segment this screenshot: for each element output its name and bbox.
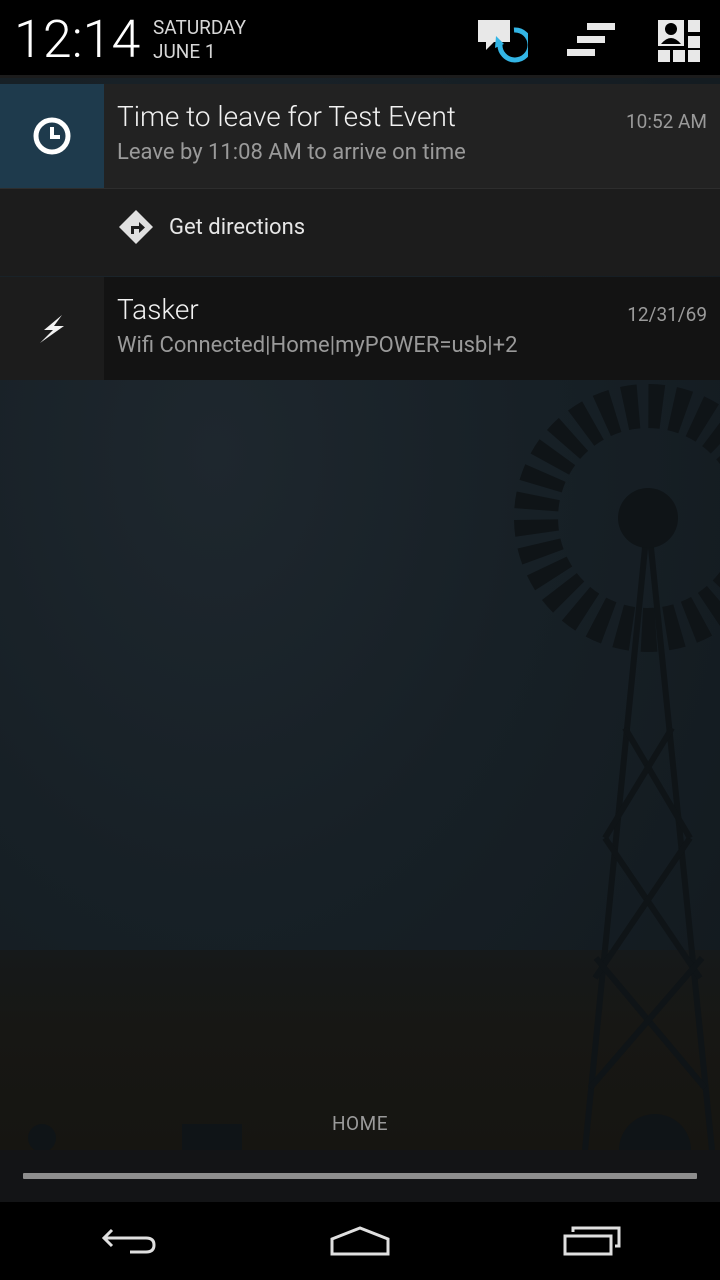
notification-title: Tasker	[117, 293, 199, 326]
notification-calendar[interactable]: Time to leave for Test Event Leave by 11…	[0, 84, 720, 188]
action-label: Get directions	[169, 215, 306, 240]
navigation-bar	[0, 1202, 720, 1280]
notification-time: 12/31/69	[627, 303, 707, 326]
shade-handle-bar[interactable]	[23, 1173, 697, 1179]
notification-text: Leave by 11:08 AM to arrive on time	[117, 140, 466, 165]
directions-icon	[119, 210, 153, 244]
recents-icon[interactable]	[542, 1216, 642, 1266]
clock[interactable]: 12:14	[14, 8, 140, 72]
notification-shade: 12:14 SATURDAY JUNE 1 Time to leave for …	[0, 0, 720, 1280]
notification-title: Time to leave for Test Event	[117, 100, 456, 133]
day-of-week: SATURDAY	[153, 16, 247, 39]
alarm-clock-icon	[0, 84, 104, 188]
get-directions-button[interactable]: Get directions	[0, 188, 720, 276]
shade-handle[interactable]	[0, 1150, 720, 1202]
notification-tasker[interactable]: Tasker Wifi Connected|Home|myPOWER=usb|+…	[0, 277, 720, 380]
notification-time: 10:52 AM	[625, 110, 707, 133]
home-icon[interactable]	[310, 1216, 410, 1266]
quick-settings-icon[interactable]	[652, 16, 706, 64]
back-icon[interactable]	[80, 1216, 180, 1266]
carrier-label: HOME	[331, 1112, 388, 1135]
status-header: 12:14 SATURDAY JUNE 1	[0, 0, 720, 78]
lightning-bolt-icon	[0, 277, 104, 380]
notification-clear-icon[interactable]	[563, 16, 617, 64]
date-text: JUNE 1	[153, 40, 216, 63]
quick-settings-sync-icon[interactable]	[474, 16, 528, 64]
date-display[interactable]: SATURDAY JUNE 1	[153, 16, 246, 64]
notification-text: Wifi Connected|Home|myPOWER=usb|+2	[117, 333, 518, 358]
